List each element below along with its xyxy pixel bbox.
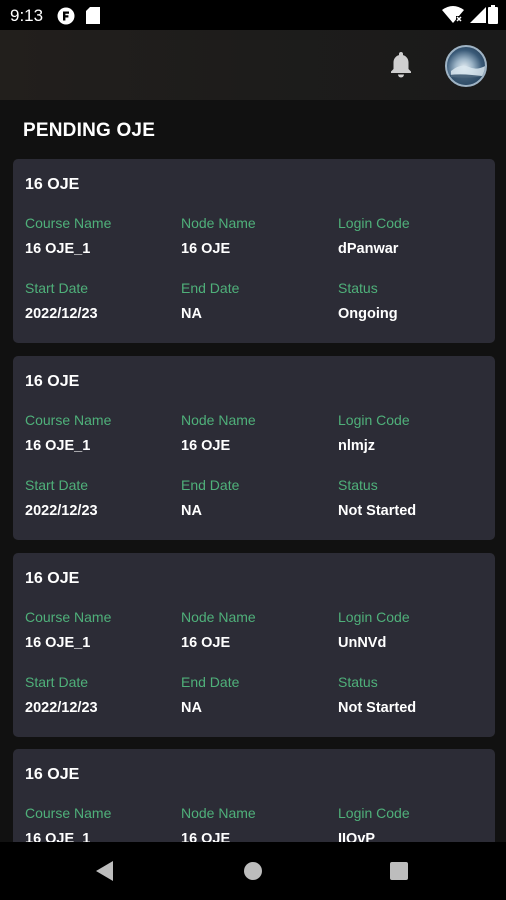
course-name-label: Course Name [25, 805, 112, 821]
status-label: Status [338, 280, 378, 296]
status-label: Status [338, 477, 378, 493]
login-code-value: nlmjz [338, 438, 376, 454]
login-code-value: UnNVd [338, 635, 387, 651]
start-date-label: Start Date [25, 477, 89, 493]
card-title: 16 OJE [25, 176, 80, 193]
course-name-value: 16 OJE_1 [25, 831, 91, 842]
card-title: 16 OJE [25, 766, 80, 783]
start-date-value: 2022/12/23 [25, 700, 98, 716]
login-code-value: IIQvP [338, 831, 376, 842]
sd-card-icon [86, 7, 100, 29]
node-name-value: 16 OJE [181, 241, 231, 257]
start-date-value: 2022/12/23 [25, 503, 98, 519]
node-name-label: Node Name [181, 412, 256, 428]
login-code-label: Login Code [338, 609, 410, 625]
wifi-icon [442, 6, 464, 29]
app-badge-icon [57, 7, 75, 30]
status-bar: 9:13 [0, 0, 506, 30]
card-title: 16 OJE [25, 570, 80, 587]
status-value: Ongoing [338, 306, 398, 322]
login-code-label: Login Code [338, 215, 410, 231]
node-name-label: Node Name [181, 215, 256, 231]
start-date-label: Start Date [25, 280, 89, 296]
navigation-bar [0, 842, 506, 900]
card-title: 16 OJE [25, 373, 80, 390]
end-date-value: NA [181, 503, 202, 519]
status-label: Status [338, 674, 378, 690]
avatar[interactable] [445, 45, 487, 87]
node-name-value: 16 OJE [181, 831, 231, 842]
course-name-value: 16 OJE_1 [25, 635, 91, 651]
course-name-label: Course Name [25, 412, 112, 428]
section-title: PENDING OJE [23, 120, 156, 141]
node-name-value: 16 OJE [181, 438, 231, 454]
cellular-icon [470, 7, 486, 28]
oje-card[interactable]: 16 OJE Course Name Node Name Login Code … [13, 159, 495, 343]
end-date-label: End Date [181, 280, 240, 296]
course-name-label: Course Name [25, 215, 112, 231]
end-date-label: End Date [181, 674, 240, 690]
home-icon[interactable] [244, 862, 262, 880]
bell-icon[interactable] [388, 50, 414, 83]
node-name-value: 16 OJE [181, 635, 231, 651]
course-name-label: Course Name [25, 609, 112, 625]
course-name-value: 16 OJE_1 [25, 438, 91, 454]
status-time: 9:13 [10, 6, 44, 25]
content-area[interactable]: PENDING OJE 16 OJE Course Name Node Name… [0, 100, 506, 842]
back-icon[interactable] [96, 861, 113, 881]
node-name-label: Node Name [181, 805, 256, 821]
oje-card[interactable]: 16 OJE Course Name Node Name Login Code … [13, 553, 495, 737]
end-date-label: End Date [181, 477, 240, 493]
start-date-label: Start Date [25, 674, 89, 690]
login-code-value: dPanwar [338, 241, 399, 257]
end-date-value: NA [181, 700, 202, 716]
app-bar [0, 30, 506, 100]
oje-card[interactable]: 16 OJE Course Name Node Name Login Code … [13, 356, 495, 540]
start-date-value: 2022/12/23 [25, 306, 98, 322]
battery-icon [488, 5, 498, 29]
status-value: Not Started [338, 700, 417, 716]
end-date-value: NA [181, 306, 202, 322]
node-name-label: Node Name [181, 609, 256, 625]
login-code-label: Login Code [338, 412, 410, 428]
recents-icon[interactable] [390, 862, 408, 880]
course-name-value: 16 OJE_1 [25, 241, 91, 257]
status-value: Not Started [338, 503, 417, 519]
login-code-label: Login Code [338, 805, 410, 821]
oje-card[interactable]: 16 OJE Course Name Node Name Login Code … [13, 749, 495, 842]
